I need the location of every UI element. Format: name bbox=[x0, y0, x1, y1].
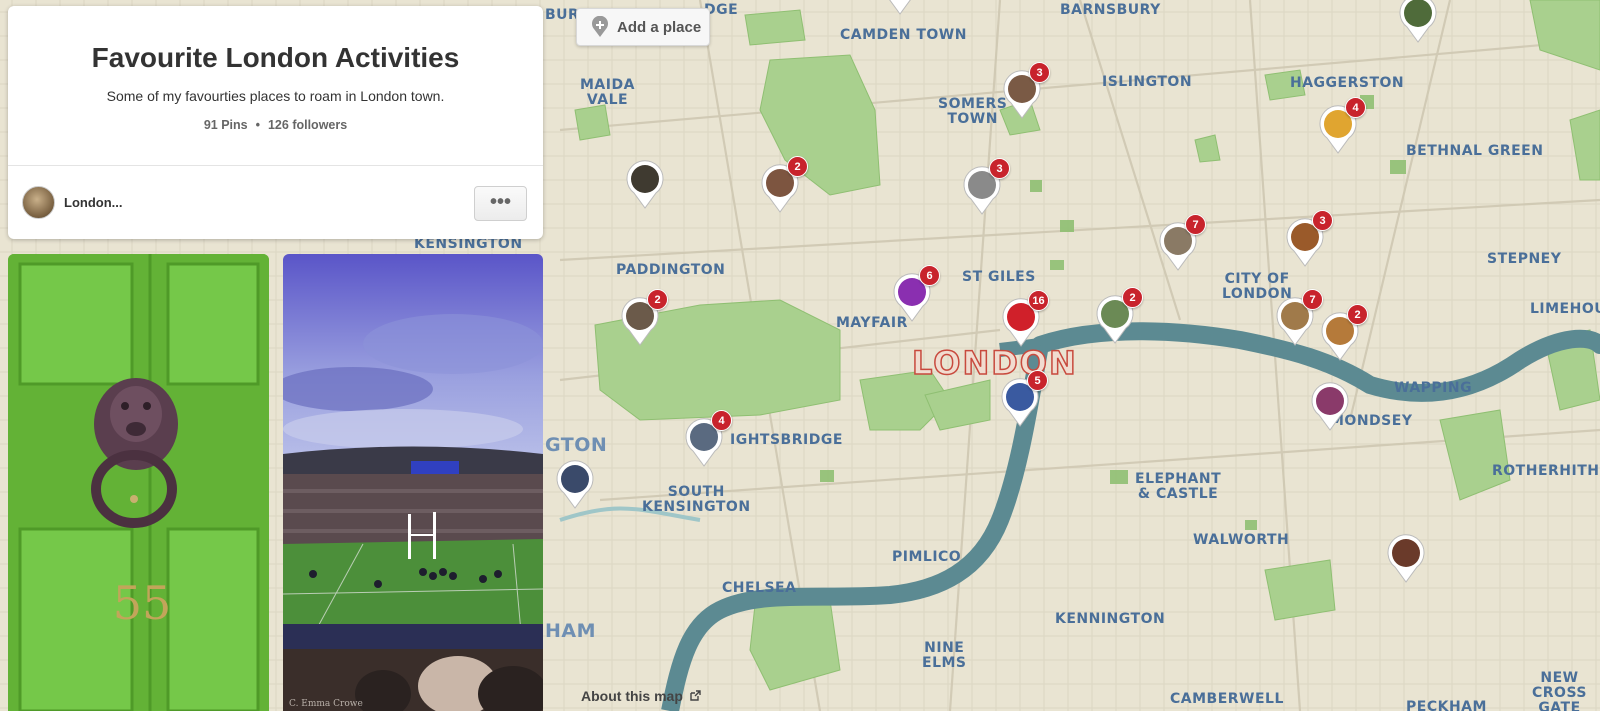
pin-count-badge: 4 bbox=[711, 410, 732, 431]
pin-maida-vale[interactable] bbox=[625, 160, 665, 210]
board-owner-name[interactable]: London... bbox=[64, 195, 122, 210]
pin-count-badge: 3 bbox=[989, 158, 1010, 179]
add-place-button[interactable]: Add a place bbox=[576, 8, 710, 46]
map-label-pimlico: PIMLICO bbox=[892, 549, 962, 565]
pin-count-badge: 3 bbox=[1312, 210, 1333, 231]
map-label-bethnal-green: BETHNAL GREEN bbox=[1406, 143, 1544, 159]
pin-kensington[interactable] bbox=[555, 460, 595, 510]
board-header: Favourite London Activities Some of my f… bbox=[8, 6, 543, 166]
more-options-button[interactable]: ••• bbox=[474, 186, 527, 221]
map-label-walworth: WALWORTH bbox=[1193, 532, 1290, 548]
pin-clerkenwell[interactable]: 7 bbox=[1158, 214, 1206, 272]
map-label-chelsea: CHELSEA bbox=[722, 580, 797, 596]
pin-count-badge: 16 bbox=[1028, 290, 1049, 311]
map-pin-icon bbox=[556, 460, 594, 509]
map-label-knightsbridge: IGHTSBRIDGE bbox=[730, 432, 843, 448]
about-this-map-label: About this map bbox=[581, 688, 683, 704]
external-link-icon bbox=[690, 690, 701, 701]
map-label-limehouse: LIMEHOUSE bbox=[1530, 301, 1600, 317]
pin-count-badge: 2 bbox=[1347, 304, 1368, 325]
board-footer: London... ••• bbox=[8, 166, 543, 238]
map-label-camberwell: CAMBERWELL bbox=[1170, 691, 1284, 707]
map-label-new-cross-gate: NEW CROSS GATE bbox=[1532, 670, 1587, 711]
pin-islington[interactable]: 3 bbox=[1002, 62, 1050, 120]
add-place-label: Add a place bbox=[617, 18, 702, 36]
board-stats: 91 Pins • 126 followers bbox=[8, 118, 543, 132]
pin-st-pauls[interactable]: 2 bbox=[1095, 287, 1143, 345]
map-label-london: LONDON bbox=[911, 343, 1078, 383]
pin-count-badge: 2 bbox=[647, 289, 668, 310]
pin-count-badge: 7 bbox=[1185, 214, 1206, 235]
board-title: Favourite London Activities bbox=[91, 42, 460, 73]
pin-south-bermondsey[interactable] bbox=[1386, 534, 1426, 584]
map-label-maida-vale: MAIDA VALE bbox=[580, 77, 635, 108]
map-label-stepney: STEPNEY bbox=[1487, 251, 1562, 267]
map-label-islington: ISLINGTON bbox=[1102, 74, 1193, 90]
map-label-south-kensington: SOUTH KENSINGTON bbox=[642, 484, 751, 515]
map-label-ham: HAM bbox=[545, 620, 597, 642]
pin-tower-east[interactable]: 2 bbox=[1320, 304, 1368, 362]
map-label-kennington: KENNINGTON bbox=[1055, 611, 1166, 627]
pin-count-badge: 4 bbox=[1345, 97, 1366, 118]
pin-shoreditch[interactable]: 3 bbox=[1285, 210, 1333, 268]
board-info-card: Favourite London Activities Some of my f… bbox=[8, 6, 543, 239]
map-label-wapping: WAPPING bbox=[1394, 380, 1473, 396]
green-door-image: 55 bbox=[8, 254, 269, 711]
pins-count-link[interactable]: 91 Pins bbox=[204, 118, 248, 132]
pin-knightsbridge[interactable]: 4 bbox=[684, 410, 732, 468]
pin-count-badge: 7 bbox=[1302, 289, 1323, 310]
board-description: Some of my favourties places to roam in … bbox=[106, 88, 445, 104]
pin-haggerston-north[interactable] bbox=[1398, 0, 1438, 44]
map-label-peckham: PECKHAM bbox=[1406, 699, 1487, 711]
map-pin-icon bbox=[626, 160, 664, 209]
map-label-paddington: PADDINGTON bbox=[616, 262, 726, 278]
pin-count-badge: 5 bbox=[1027, 370, 1048, 391]
avatar[interactable] bbox=[22, 185, 55, 219]
pin-euston[interactable]: 3 bbox=[962, 158, 1010, 216]
pin-regents-park[interactable]: 2 bbox=[760, 156, 808, 214]
stats-separator: • bbox=[255, 118, 260, 132]
pin-tower[interactable]: 7 bbox=[1275, 289, 1323, 347]
pin-count-badge: 2 bbox=[1122, 287, 1143, 308]
map-pin-icon bbox=[1399, 0, 1437, 43]
map-label-somers-town: SOMERS TOWN bbox=[938, 96, 1008, 127]
map-label-rotherhithe: ROTHERHITHE bbox=[1492, 463, 1600, 479]
pin-image-green-door[interactable]: 55 bbox=[8, 254, 269, 711]
map-label-nine-elms: NINE ELMS bbox=[922, 640, 967, 671]
about-this-map-link[interactable]: About this map bbox=[581, 688, 701, 704]
map-label-st-giles: ST GILES bbox=[962, 269, 1036, 285]
map-label-barnsbury: BARNSBURY bbox=[1060, 2, 1161, 18]
pin-bermondsey[interactable] bbox=[1310, 382, 1350, 432]
photo-credit: C. Emma Crowe bbox=[289, 699, 363, 709]
door-number: 55 bbox=[113, 576, 172, 630]
followers-link[interactable]: 126 followers bbox=[268, 118, 347, 132]
map-label-kensington-left: GTON bbox=[545, 434, 608, 456]
pin-camden[interactable] bbox=[880, 0, 920, 16]
map-pin-icon bbox=[1387, 534, 1425, 583]
map-label-kensington-top: KENSINGTON bbox=[414, 236, 523, 252]
pin-count-badge: 2 bbox=[787, 156, 808, 177]
map-pin-icon bbox=[1311, 382, 1349, 431]
pin-covent-garden[interactable]: 16 bbox=[1001, 290, 1049, 348]
pin-haggerston[interactable]: 4 bbox=[1318, 97, 1366, 155]
pin-westminster[interactable]: 5 bbox=[1000, 370, 1048, 428]
map-label-haggerston: HAGGERSTON bbox=[1290, 75, 1405, 91]
add-pin-icon bbox=[592, 16, 608, 37]
pin-paddington[interactable]: 2 bbox=[620, 289, 668, 347]
pin-count-badge: 3 bbox=[1029, 62, 1050, 83]
map-pin-icon bbox=[889, 0, 911, 15]
pin-image-stadium[interactable]: C. Emma Crowe bbox=[283, 254, 543, 711]
map-label-elephant-castle: ELEPHANT & CASTLE bbox=[1135, 471, 1222, 502]
rugby-stadium-image: C. Emma Crowe bbox=[283, 254, 543, 711]
pin-count-badge: 6 bbox=[919, 265, 940, 286]
pin-oxford-street[interactable]: 6 bbox=[892, 265, 940, 323]
map-label-camden-town: CAMDEN TOWN bbox=[840, 27, 967, 43]
